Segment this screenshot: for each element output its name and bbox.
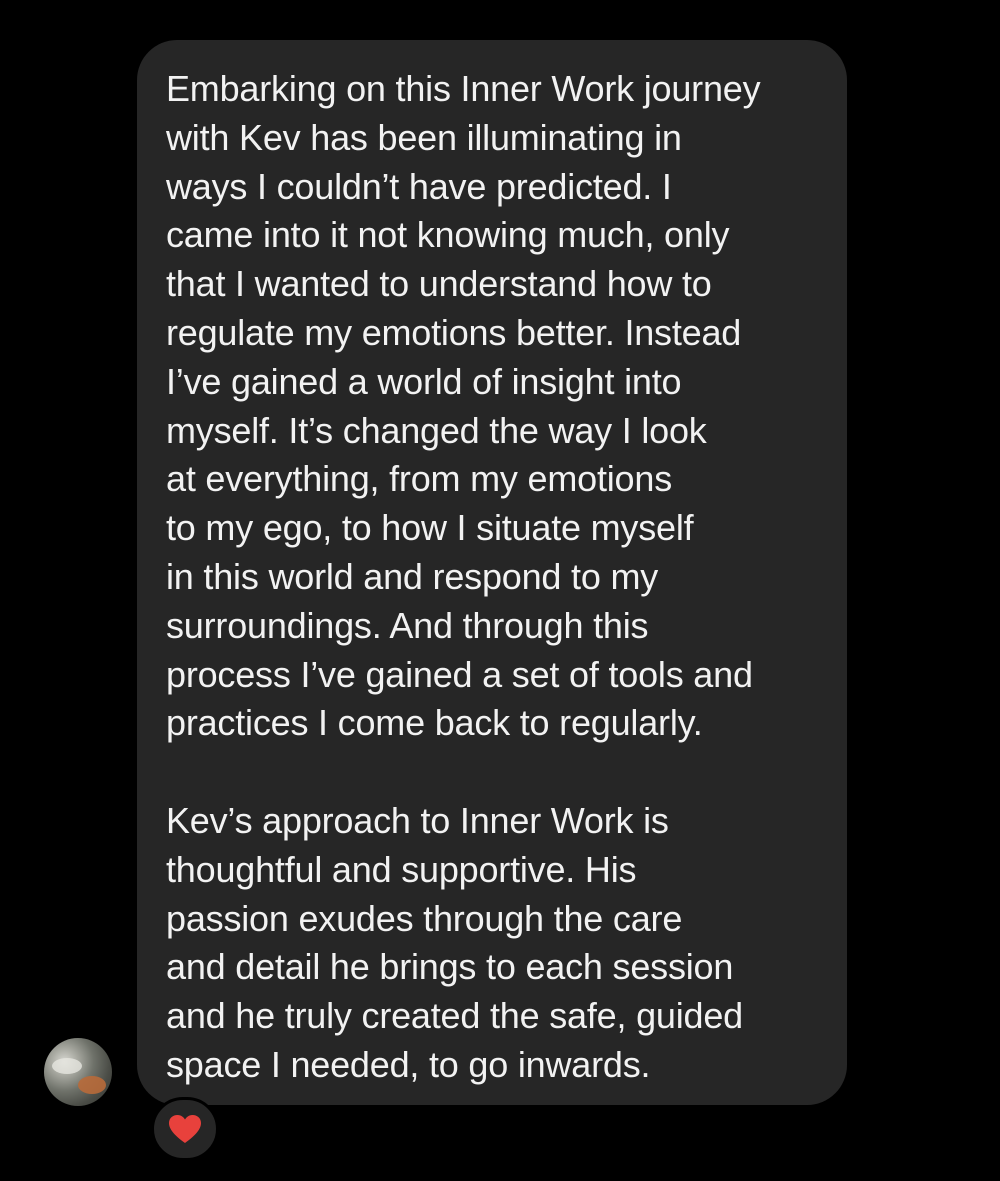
message-line: Kev’s approach to Inner Work is: [166, 799, 669, 841]
avatar-image-detail: [78, 1076, 106, 1094]
message-line: regulate my emotions better. Instead: [166, 311, 742, 353]
message-line: came into it not knowing much, only: [166, 214, 730, 256]
message-line: with Kev has been illuminating in: [166, 116, 682, 158]
message-line: practices I come back to regularly.: [166, 702, 703, 744]
message-line: ways I couldn’t have predicted. I: [166, 165, 672, 207]
avatar-image-detail: [52, 1058, 82, 1074]
message-bubble[interactable]: Embarking on this Inner Work journey wit…: [137, 40, 847, 1105]
message-line: to my ego, to how I situate myself: [166, 507, 694, 549]
message-line: Embarking on this Inner Work journey: [166, 68, 761, 109]
heart-shape: [169, 1115, 201, 1143]
message-line: surroundings. And through this: [166, 604, 649, 646]
message-line: that I wanted to understand how to: [166, 263, 712, 305]
sender-avatar[interactable]: [44, 1038, 112, 1106]
message-line: space I needed, to go inwards.: [166, 1043, 651, 1085]
heart-icon: [169, 1115, 201, 1143]
message-line: thoughtful and supportive. His: [166, 848, 637, 890]
message-line: passion exudes through the care: [166, 897, 683, 939]
message-line: process I’ve gained a set of tools and: [166, 653, 753, 695]
message-line: myself. It’s changed the way I look: [166, 409, 707, 451]
message-line: and he truly created the safe, guided: [166, 995, 744, 1037]
message-line: at everything, from my emotions: [166, 458, 672, 500]
message-line: I’ve gained a world of insight into: [166, 360, 682, 402]
message-line: in this world and respond to my: [166, 555, 659, 597]
reaction-badge[interactable]: [151, 1097, 219, 1161]
message-line: and detail he brings to each session: [166, 946, 734, 988]
